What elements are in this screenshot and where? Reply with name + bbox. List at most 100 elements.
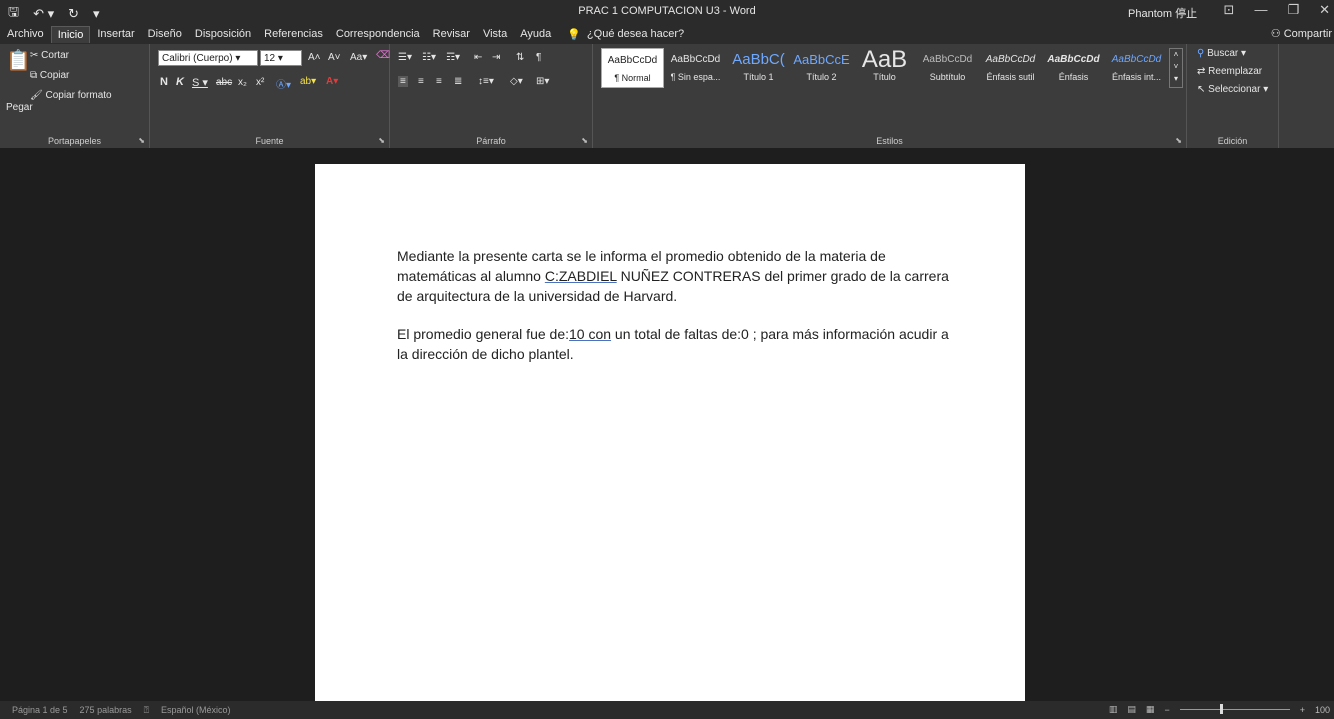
styles-launcher-icon[interactable]: ⬊ bbox=[1175, 136, 1182, 145]
read-mode-icon[interactable]: ▥ bbox=[1109, 704, 1118, 715]
clipboard-launcher-icon[interactable]: ⬊ bbox=[138, 136, 145, 145]
zoom-out-icon[interactable]: − bbox=[1164, 705, 1169, 715]
style-name: Énfasis bbox=[1058, 72, 1089, 82]
select-label: Seleccionar bbox=[1208, 84, 1261, 95]
tab-correspondencia[interactable]: Correspondencia bbox=[330, 26, 426, 42]
sort-icon[interactable]: ⇅ bbox=[516, 52, 524, 63]
tab-archivo[interactable]: Archivo bbox=[1, 26, 50, 42]
highlight-icon[interactable]: ab▾ bbox=[300, 76, 316, 87]
align-left-icon[interactable]: ≡ bbox=[398, 76, 408, 87]
cursor-icon: ↖ bbox=[1197, 84, 1209, 95]
increase-indent-icon[interactable]: ⇥ bbox=[492, 52, 500, 63]
style-normal[interactable]: AaBbCcDd ¶ Normal bbox=[601, 48, 664, 88]
share-label: Compartir bbox=[1283, 28, 1332, 40]
superscript-icon[interactable]: x² bbox=[256, 77, 264, 88]
style-title[interactable]: AaB Título bbox=[853, 48, 916, 88]
bold-icon[interactable]: N bbox=[160, 76, 168, 88]
tab-insertar[interactable]: Insertar bbox=[91, 26, 140, 42]
restore-icon[interactable]: ❐ bbox=[1287, 2, 1299, 18]
user-name[interactable]: Phantom 停止 bbox=[1128, 5, 1197, 21]
italic-icon[interactable]: K bbox=[176, 76, 184, 88]
replace-button[interactable]: ⇄ Reemplazar bbox=[1197, 66, 1262, 77]
tab-referencias[interactable]: Referencias bbox=[258, 26, 329, 42]
style-subtle-emphasis[interactable]: AaBbCcDd Énfasis sutil bbox=[979, 48, 1042, 88]
underline-icon[interactable]: S ▾ bbox=[192, 76, 208, 89]
tell-me-text: ¿Qué desea hacer? bbox=[586, 28, 685, 40]
select-button[interactable]: ↖ Seleccionar ▾ bbox=[1197, 84, 1268, 95]
zoom-level[interactable]: 100 bbox=[1315, 705, 1330, 715]
strikethrough-icon[interactable]: abc bbox=[216, 77, 232, 88]
proofing-icon[interactable]: ⍰ bbox=[144, 705, 149, 716]
share-button[interactable]: ⚇ Compartir bbox=[1271, 27, 1332, 40]
style-no-spacing[interactable]: AaBbCcDd ¶ Sin espa... bbox=[664, 48, 727, 88]
tab-ayuda[interactable]: Ayuda bbox=[514, 26, 557, 42]
brush-icon: 🖌 bbox=[30, 90, 46, 101]
bullets-icon[interactable]: ☰▾ bbox=[398, 52, 412, 63]
copy-label: Copiar bbox=[39, 70, 70, 81]
line-spacing-icon[interactable]: ↕≡▾ bbox=[478, 76, 494, 87]
style-name: Subtítulo bbox=[929, 72, 966, 82]
tab-inicio[interactable]: Inicio bbox=[50, 25, 91, 43]
style-name: ¶ Normal bbox=[614, 73, 651, 83]
status-bar: Página 1 de 5 275 palabras ⍰ Español (Mé… bbox=[0, 701, 1334, 719]
language-indicator[interactable]: Español (México) bbox=[161, 705, 231, 715]
print-layout-icon[interactable]: ▤ bbox=[1127, 704, 1136, 715]
style-sample: AaBbCcDd bbox=[985, 54, 1036, 65]
tab-diseno[interactable]: Diseño bbox=[142, 26, 188, 42]
close-icon[interactable]: ✕ bbox=[1319, 2, 1330, 18]
word-count[interactable]: 275 palabras bbox=[80, 705, 132, 715]
justify-icon[interactable]: ≣ bbox=[454, 76, 462, 87]
font-family-select[interactable]: Calibri (Cuerpo) ▾ bbox=[158, 50, 258, 66]
tab-disposicion[interactable]: Disposición bbox=[189, 26, 257, 42]
cut-button[interactable]: ✂ Cortar bbox=[30, 50, 69, 61]
tab-vista[interactable]: Vista bbox=[477, 26, 513, 42]
tell-me-box[interactable]: 💡 ¿Qué desea hacer? bbox=[567, 28, 684, 41]
borders-icon[interactable]: ⊞▾ bbox=[536, 76, 549, 87]
paste-icon[interactable]: 📋 bbox=[6, 48, 31, 73]
clear-format-icon[interactable]: ⌫ bbox=[376, 50, 390, 61]
document-page[interactable]: Mediante la presente carta se le informa… bbox=[315, 164, 1025, 704]
page-count[interactable]: Página 1 de 5 bbox=[12, 705, 68, 715]
paragraph-2-text: El promedio general fue de: bbox=[397, 326, 569, 342]
styles-scroll[interactable]: ˄ ˅ ▾ bbox=[1169, 48, 1183, 88]
font-color-icon[interactable]: A▾ bbox=[326, 76, 338, 87]
numbering-icon[interactable]: ☷▾ bbox=[422, 52, 436, 63]
font-size-select[interactable]: 12 ▾ bbox=[260, 50, 302, 66]
style-name: Título 2 bbox=[806, 72, 837, 82]
paragraph-2[interactable]: El promedio general fue de:10 con un tot… bbox=[397, 324, 957, 364]
text-effects-icon[interactable]: Ⓐ▾ bbox=[276, 76, 291, 91]
copy-button[interactable]: ⧉ Copiar bbox=[30, 70, 69, 81]
style-heading-2[interactable]: AaBbCcE Título 2 bbox=[790, 48, 853, 88]
shrink-font-icon[interactable]: A˅ bbox=[328, 52, 341, 63]
grow-font-icon[interactable]: A˄ bbox=[308, 52, 321, 63]
pilcrow-icon[interactable]: ¶ bbox=[536, 52, 541, 63]
find-button[interactable]: ⚲ Buscar ▾ bbox=[1197, 48, 1246, 59]
style-heading-1[interactable]: AaBbC( Título 1 bbox=[727, 48, 790, 88]
change-case-icon[interactable]: Aa▾ bbox=[350, 52, 367, 63]
subscript-icon[interactable]: x₂ bbox=[238, 77, 247, 88]
tab-revisar[interactable]: Revisar bbox=[427, 26, 476, 42]
shading-icon[interactable]: ◇▾ bbox=[510, 76, 523, 87]
web-layout-icon[interactable]: ▦ bbox=[1146, 704, 1155, 715]
decrease-indent-icon[interactable]: ⇤ bbox=[474, 52, 482, 63]
style-subtitle[interactable]: AaBbCcDd Subtítulo bbox=[916, 48, 979, 88]
ribbon-display-icon[interactable]: ⊡ bbox=[1224, 2, 1235, 18]
font-size-value: 12 bbox=[264, 53, 276, 64]
multilevel-list-icon[interactable]: ☶▾ bbox=[446, 52, 460, 63]
paragraph-launcher-icon[interactable]: ⬊ bbox=[581, 136, 588, 145]
zoom-slider[interactable] bbox=[1179, 704, 1290, 714]
align-center-icon[interactable]: ≡ bbox=[418, 76, 424, 87]
align-right-icon[interactable]: ≡ bbox=[436, 76, 442, 87]
paragraph-1[interactable]: Mediante la presente carta se le informa… bbox=[397, 246, 957, 306]
minimize-icon[interactable]: — bbox=[1254, 2, 1267, 18]
replace-icon: ⇄ bbox=[1197, 66, 1209, 77]
format-painter-button[interactable]: 🖌 Copiar formato bbox=[30, 90, 112, 101]
ribbon-tabs: Archivo Inicio Insertar Diseño Disposici… bbox=[0, 24, 1334, 44]
student-name: C:ZABDIEL bbox=[544, 268, 617, 284]
paste-button[interactable]: Pegar bbox=[6, 102, 33, 113]
zoom-in-icon[interactable]: + bbox=[1300, 705, 1305, 715]
style-emphasis[interactable]: AaBbCcDd Énfasis bbox=[1042, 48, 1105, 88]
style-intense-emphasis[interactable]: AaBbCcDd Énfasis int... bbox=[1105, 48, 1168, 88]
zoom-thumb[interactable] bbox=[1219, 704, 1223, 714]
font-launcher-icon[interactable]: ⬊ bbox=[378, 136, 385, 145]
